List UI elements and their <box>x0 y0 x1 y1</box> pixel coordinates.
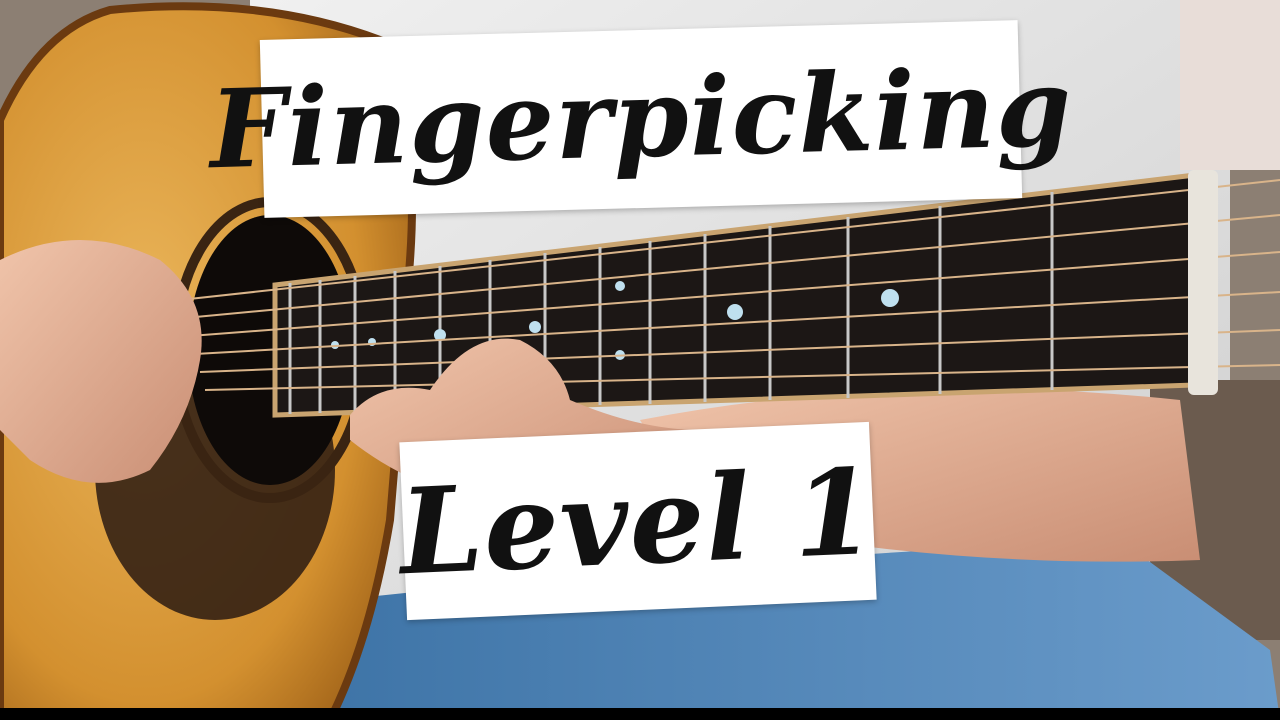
title-line-2: Level 1 <box>396 441 880 601</box>
nut <box>1188 170 1218 395</box>
bedding <box>1180 0 1280 170</box>
title-card-bottom: Level 1 <box>396 421 880 621</box>
bottom-bar <box>0 708 1280 720</box>
title-card-top: Fingerpicking <box>208 20 1074 218</box>
title-line-1: Fingerpicking <box>208 44 1074 194</box>
